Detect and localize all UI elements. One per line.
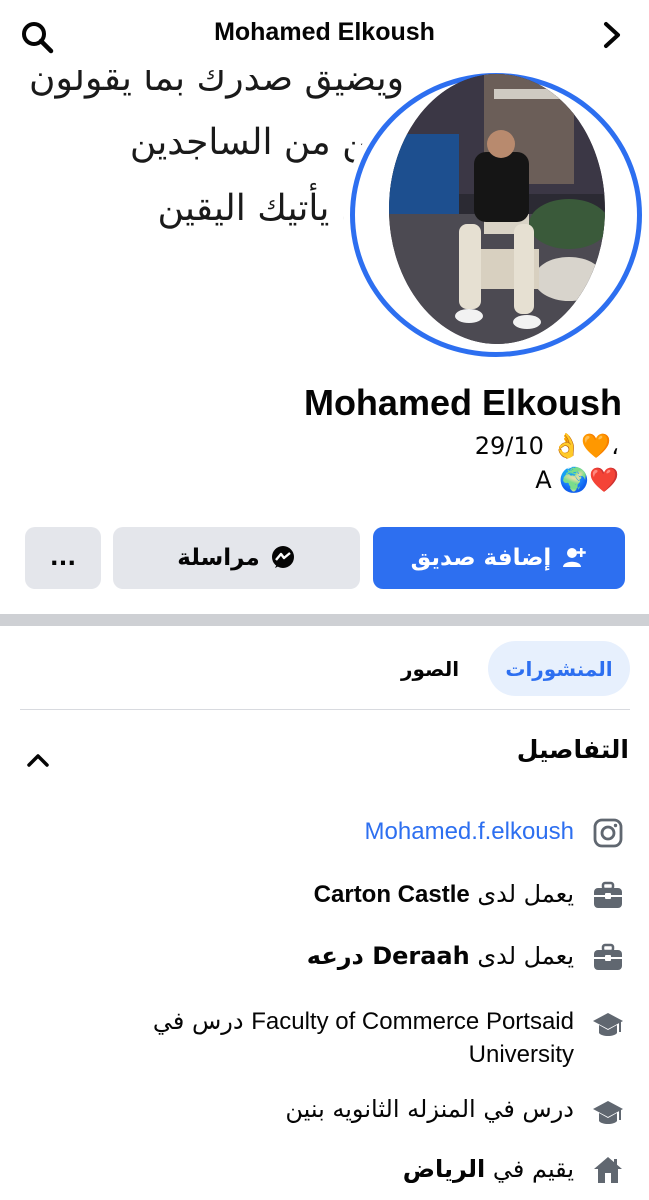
messenger-icon (271, 546, 294, 568)
graduation-cap-icon (593, 1013, 623, 1036)
work-place[interactable]: Carton Castle (314, 881, 470, 908)
details-title: التفاصيل (516, 735, 629, 764)
tab-divider (20, 709, 630, 710)
lives-prefix: يقيم في (492, 1155, 574, 1183)
detail-row-instagram[interactable]: Mohamed.f.elkoush (24, 816, 624, 850)
detail-row-lives: يقيم في الرياض (24, 1153, 624, 1187)
home-icon (594, 1157, 622, 1183)
briefcase-icon (594, 943, 622, 970)
work-text: يعمل لدى Carton Castle (314, 878, 574, 911)
work-text: يعمل لدى Deraah درعه (307, 940, 574, 972)
work-prefix: يعمل لدى (477, 942, 574, 970)
education-place[interactable]: Faculty of Commerce Portsaid University (251, 1008, 574, 1068)
message-button[interactable]: مراسلة (113, 527, 360, 589)
briefcase-icon (594, 881, 622, 908)
add-friend-label: إضافة صديق (410, 545, 552, 571)
chevron-up-icon[interactable] (26, 752, 50, 768)
instagram-link[interactable]: Mohamed.f.elkoush (365, 816, 574, 848)
profile-name: Mohamed Elkoush (303, 382, 622, 423)
education-text: درس في المنزله الثانويه بنين (285, 1095, 574, 1123)
instagram-icon (593, 818, 623, 848)
avatar[interactable] (389, 74, 605, 344)
lives-place[interactable]: الرياض (403, 1155, 485, 1183)
detail-row-work: يعمل لدى Carton Castle (24, 878, 624, 912)
message-label: مراسلة (177, 545, 260, 571)
lives-text: يقيم في الرياض (403, 1153, 574, 1185)
bio-line: A 🌍❤️ (535, 466, 619, 494)
tab-posts[interactable]: المنشورات (488, 641, 630, 696)
detail-row-work: يعمل لدى Deraah درعه (24, 940, 624, 974)
detail-row-education: درس في Faculty of Commerce Portsaid Univ… (24, 1005, 624, 1071)
add-friend-button[interactable]: إضافة صديق (373, 527, 625, 589)
education-prefix: درس في (152, 1007, 244, 1035)
graduation-cap-icon (593, 1101, 623, 1124)
bio-line: 29/10 👌🧡، (474, 432, 619, 460)
tab-photos[interactable]: الصور (390, 641, 470, 696)
work-place[interactable]: Deraah درعه (307, 942, 470, 970)
cover-text-line: ويضيق صدرك بما يقولون (29, 70, 404, 99)
add-person-icon (563, 548, 587, 567)
chevron-right-icon[interactable] (597, 20, 627, 50)
work-prefix: يعمل لدى (477, 880, 574, 908)
more-options-button[interactable]: ... (25, 527, 101, 589)
top-bar: Mohamed Elkoush (0, 0, 649, 70)
education-text: درس في Faculty of Commerce Portsaid Univ… (44, 1005, 574, 1071)
section-divider (0, 614, 649, 626)
detail-row-education: درس في المنزله الثانويه بنين (24, 1093, 624, 1127)
page-title: Mohamed Elkoush (214, 18, 435, 46)
